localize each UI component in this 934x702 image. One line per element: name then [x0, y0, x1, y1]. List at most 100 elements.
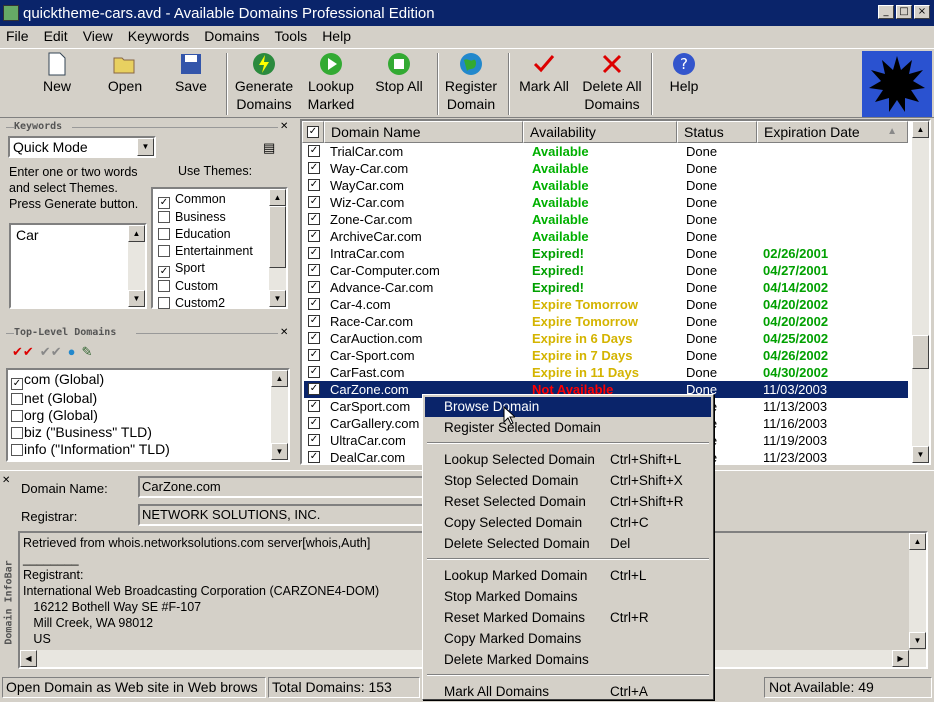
table-row[interactable]: ✓ Car-Computer.com Expired! Done 04/27/2001 [304, 262, 908, 279]
checkbox-icon[interactable] [11, 393, 23, 405]
table-row[interactable]: ✓ TrialCar.com Available Done [304, 143, 908, 160]
checkbox-icon[interactable]: ✓ [308, 247, 320, 259]
registrar-field[interactable]: NETWORK SOLUTIONS, INC. [138, 504, 424, 526]
tld-item[interactable]: info ("Information" TLD) [11, 441, 285, 458]
table-row[interactable]: ✓ Advance-Car.com Expired! Done 04/14/2002 [304, 279, 908, 296]
theme-item[interactable]: Entertainment [158, 243, 281, 260]
menu-domains[interactable]: Domains [204, 28, 259, 44]
theme-item[interactable]: ✓ Sport [158, 260, 281, 278]
checkbox-icon[interactable]: ✓ [308, 145, 320, 157]
lookup-marked-button[interactable]: Lookup Marked [303, 51, 359, 113]
whois-scrollbar[interactable]: ▲ ▼ [909, 533, 926, 649]
checkbox-icon[interactable]: ✓ [308, 349, 320, 361]
checkbox-icon[interactable]: ✓ [308, 451, 320, 463]
checkbox-icon[interactable]: ✓ [308, 162, 320, 174]
delete-all-domains-button[interactable]: Delete All Domains [578, 51, 646, 113]
table-row[interactable]: ✓ CarAuction.com Expire in 6 Days Done 04/25… [304, 330, 908, 347]
theme-item[interactable]: Custom [158, 278, 281, 295]
checkbox-icon[interactable]: ✓ [308, 196, 320, 208]
keyword-input[interactable]: Car ▲ ▼ [9, 223, 147, 309]
context-menu-item[interactable]: Reset Marked Domains Ctrl+R [425, 608, 711, 628]
theme-item[interactable]: ✓ Common [158, 191, 281, 209]
column-expiration-date[interactable]: Expiration Date ▲ [757, 121, 908, 143]
table-row[interactable]: ✓ CarFast.com Expire in 11 Days Done 04/30/2… [304, 364, 908, 381]
context-menu-item[interactable]: Stop Selected Domain Ctrl+Shift+X [425, 471, 711, 491]
open-button[interactable]: Open [104, 51, 146, 95]
mark-all-icon[interactable]: ✔✔ [12, 344, 34, 360]
checkbox-icon[interactable]: ✓ [158, 266, 170, 278]
globe-icon[interactable]: ● [68, 344, 76, 360]
new-button[interactable]: New [37, 51, 77, 95]
checkbox-icon[interactable]: ✓ [308, 298, 320, 310]
tld-item[interactable]: org (Global) [11, 407, 285, 424]
menu-edit[interactable]: Edit [44, 28, 68, 44]
table-row[interactable]: ✓ IntraCar.com Expired! Done 02/26/2001 [304, 245, 908, 262]
register-domain-button[interactable]: Register Domain [441, 51, 501, 113]
column-availability[interactable]: Availability [523, 121, 677, 143]
table-row[interactable]: ✓ Zone-Car.com Available Done [304, 211, 908, 228]
checkbox-icon[interactable]: ✓ [11, 378, 23, 390]
checkbox-icon[interactable]: ✓ [308, 400, 320, 412]
check-all-header[interactable]: ✓ [302, 121, 324, 143]
help-button[interactable]: ? Help [662, 51, 706, 95]
checkbox-icon[interactable]: ✓ [308, 383, 320, 395]
menu-file[interactable]: File [6, 28, 29, 44]
close-button[interactable]: × [914, 5, 930, 19]
checkbox-icon[interactable] [11, 427, 23, 439]
close-panel-icon[interactable]: ✕ [2, 475, 10, 486]
settings-icon[interactable]: ▤ [263, 140, 275, 156]
checkbox-icon[interactable]: ✓ [308, 332, 320, 344]
context-menu-item[interactable]: Copy Selected Domain Ctrl+C [425, 513, 711, 533]
table-row[interactable]: ✓ Car-4.com Expire Tomorrow Done 04/20/2002 [304, 296, 908, 313]
checkbox-icon[interactable] [158, 245, 170, 257]
stop-all-button[interactable]: Stop All [371, 51, 427, 95]
menu-tools[interactable]: Tools [275, 28, 308, 44]
checkbox-icon[interactable] [158, 280, 170, 292]
table-row[interactable]: ✓ ArchiveCar.com Available Done [304, 228, 908, 245]
tld-list[interactable]: ✓ com (Global) net (Global) org (Global) … [6, 368, 290, 462]
table-row[interactable]: ✓ Car-Sport.com Expire in 7 Days Done 04/26/… [304, 347, 908, 364]
domain-name-field[interactable]: CarZone.com [138, 476, 424, 498]
context-menu-item[interactable]: Lookup Marked Domain Ctrl+L [425, 566, 711, 586]
checkbox-icon[interactable]: ✓ [308, 417, 320, 429]
maximize-button[interactable]: □ [896, 5, 912, 19]
checkbox-icon[interactable]: ✓ [308, 315, 320, 327]
theme-item[interactable]: Education [158, 226, 281, 243]
mode-select[interactable]: Quick Mode ▼ [8, 136, 156, 158]
context-menu-item[interactable]: Mark All Domains Ctrl+A [425, 682, 711, 702]
checkbox-icon[interactable]: ✓ [308, 264, 320, 276]
themes-list[interactable]: ✓ Common Business Education Entertainment… [151, 187, 288, 312]
checkbox-icon[interactable] [158, 228, 170, 240]
table-row[interactable]: ✓ Way-Car.com Available Done [304, 160, 908, 177]
context-menu-item[interactable]: Copy Marked Domains [425, 629, 711, 649]
tld-item[interactable]: net (Global) [11, 390, 285, 407]
checkbox-icon[interactable]: ✓ [308, 281, 320, 293]
checkbox-icon[interactable] [11, 444, 23, 456]
theme-item[interactable]: Custom2 [158, 295, 281, 312]
context-menu-item[interactable]: Stop Marked Domains [425, 587, 711, 607]
close-panel-icon[interactable]: ✕ [280, 121, 288, 132]
context-menu-item[interactable]: Reset Selected Domain Ctrl+Shift+R [425, 492, 711, 512]
menu-help[interactable]: Help [322, 28, 351, 44]
generate-domains-button[interactable]: Generate Domains [232, 51, 296, 113]
grid-scrollbar[interactable]: ▲ ▼ [912, 121, 929, 463]
table-row[interactable]: ✓ Wiz-Car.com Available Done [304, 194, 908, 211]
tld-item[interactable]: biz ("Business" TLD) [11, 424, 285, 441]
mark-all-button[interactable]: Mark All [514, 51, 574, 95]
minimize-button[interactable]: _ [878, 5, 894, 19]
menu-view[interactable]: View [83, 28, 113, 44]
column-status[interactable]: Status [677, 121, 757, 143]
unmark-all-icon[interactable]: ✔✔ [40, 344, 62, 360]
context-menu-item[interactable]: Register Selected Domain [425, 418, 711, 438]
theme-item[interactable]: Business [158, 209, 281, 226]
checkbox-icon[interactable] [158, 297, 170, 309]
save-button[interactable]: Save [171, 51, 211, 95]
checkbox-icon[interactable]: ✓ [308, 366, 320, 378]
checkbox-icon[interactable] [11, 410, 23, 422]
checkbox-icon[interactable]: ✓ [308, 230, 320, 242]
context-menu-item[interactable]: Delete Selected Domain Del [425, 534, 711, 554]
checkbox-icon[interactable]: ✓ [308, 213, 320, 225]
menu-keywords[interactable]: Keywords [128, 28, 189, 44]
context-menu-item[interactable]: Delete Marked Domains [425, 650, 711, 670]
close-panel-icon[interactable]: ✕ [280, 327, 288, 338]
